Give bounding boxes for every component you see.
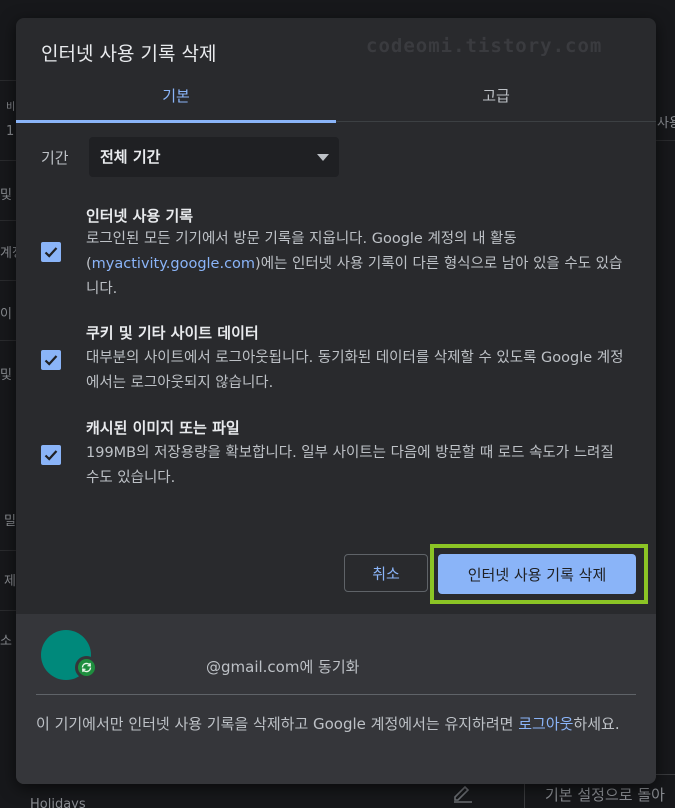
note-text: 이 기기에서만 인터넷 사용 기록을 삭제하고 Google 계정에서는 유지하… (36, 715, 519, 733)
tab-bar: 기본 고급 (16, 80, 656, 123)
bg-text: 제 (4, 574, 16, 589)
sign-out-link[interactable]: 로그아웃 (518, 715, 573, 733)
time-range-select[interactable]: 전체 기간 (89, 137, 339, 177)
checkmark-icon (44, 355, 58, 366)
checkmark-icon (44, 450, 58, 461)
dropdown-arrow-icon (317, 154, 329, 161)
clear-browsing-data-dialog: 인터넷 사용 기록 삭제 codeomi.tistory.com 기본 고급 기… (16, 18, 656, 784)
option-title: 캐시된 이미지 또는 파일 (86, 419, 240, 437)
clear-data-button[interactable]: 인터넷 사용 기록 삭제 (438, 554, 636, 594)
dialog-title: 인터넷 사용 기록 삭제 (41, 43, 217, 65)
time-range-value: 전체 기간 (100, 148, 161, 166)
option-description: 대부분의 사이트에서 로그아웃됩니다. 동기화된 데이터를 삭제할 수 있도록 … (86, 350, 624, 391)
bg-text: 비 (6, 102, 16, 113)
footer-note: 이 기기에서만 인터넷 사용 기록을 삭제하고 Google 계정에서는 유지하… (36, 711, 636, 737)
browsing-history-checkbox[interactable] (41, 242, 61, 262)
sync-footer: @gmail.com에 동기화 이 기기에서만 인터넷 사용 기록을 삭제하고 … (16, 614, 656, 784)
cancel-button[interactable]: 취소 (344, 554, 428, 592)
bg-text: 이 (0, 307, 12, 322)
tab-basic[interactable]: 기본 (16, 80, 336, 123)
option-description: 199MB의 저장용량을 확보합니다. 일부 사이트는 다음에 방문할 때 로드… (86, 445, 614, 486)
bg-text: Holidays (30, 797, 86, 808)
cookies-checkbox[interactable] (41, 350, 61, 370)
watermark: codeomi.tistory.com (366, 35, 603, 57)
option-title: 쿠키 및 기타 사이트 데이터 (86, 324, 259, 342)
note-text: 하세요. (573, 715, 620, 733)
footer-divider (36, 694, 636, 695)
sync-icon (75, 656, 98, 679)
bg-text: 밀 (4, 514, 16, 529)
time-range-label: 기간 (41, 149, 69, 167)
option-description: 로그인된 모든 기기에서 방문 기록을 지웁니다. Google 계정의 내 활… (86, 227, 626, 302)
sync-account-text: @gmail.com에 동기화 (206, 658, 360, 676)
checkmark-icon (44, 247, 58, 258)
bg-text: 기본 설정으로 돌아 (545, 786, 665, 804)
bg-text: 소 (0, 634, 12, 649)
myactivity-link[interactable]: myactivity.google.com (92, 256, 255, 272)
cached-files-checkbox[interactable] (41, 445, 61, 465)
option-title: 인터넷 사용 기록 (86, 207, 194, 225)
tab-advanced[interactable]: 고급 (336, 80, 656, 122)
bg-text: 사용 (657, 116, 675, 131)
edit-icon (454, 785, 472, 803)
bg-text: 1 (6, 124, 15, 139)
